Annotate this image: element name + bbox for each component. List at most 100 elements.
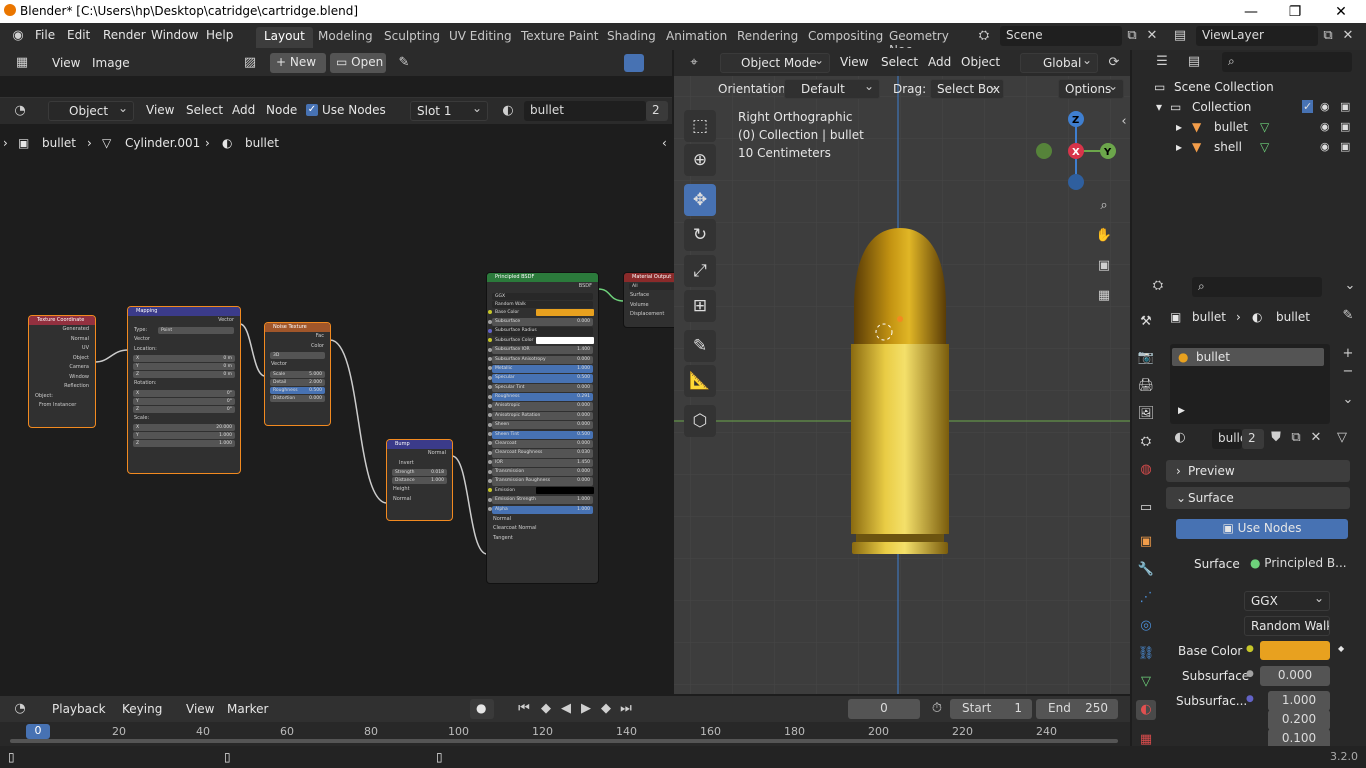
- rotation-x[interactable]: X 0°: [133, 389, 235, 397]
- drag-dropdown[interactable]: Select Box: [930, 79, 1004, 99]
- constraints-tab-icon[interactable]: ⛓: [1136, 644, 1156, 664]
- tab-shading[interactable]: Shading: [599, 27, 664, 48]
- bsdf-input-subsurface-anisotropy[interactable]: Subsurface Anisotropy 0.000: [488, 355, 593, 364]
- radius-y-field[interactable]: 0.200: [1268, 710, 1330, 730]
- viewport-view-menu[interactable]: View: [840, 55, 868, 69]
- tab-rendering[interactable]: Rendering: [729, 27, 806, 48]
- node-texture-coordinate[interactable]: Texture Coordinate Generated Normal UV O…: [29, 316, 95, 427]
- scale-x[interactable]: X 20.000: [133, 424, 235, 431]
- bsdf-input-specular[interactable]: Specular 0.500: [488, 374, 593, 383]
- surface-shader-field[interactable]: ● Principled B...: [1244, 554, 1350, 574]
- subsurface-field[interactable]: 0.000: [1260, 666, 1330, 686]
- cursor-tool-icon[interactable]: ⊕: [684, 144, 716, 176]
- mode-dropdown[interactable]: Object Mode: [720, 53, 830, 73]
- view-layer-tab-icon[interactable]: 🖼: [1136, 404, 1156, 424]
- from-instancer-checkbox[interactable]: From Instancer: [29, 401, 95, 411]
- collection-label[interactable]: Collection: [1192, 100, 1251, 114]
- data-tab-icon[interactable]: ▽: [1136, 672, 1156, 692]
- scene-collection-label[interactable]: Scene Collection: [1174, 80, 1274, 94]
- noise-detail[interactable]: Detail 2.000: [270, 378, 325, 386]
- image-view-menu[interactable]: View: [52, 56, 80, 70]
- bsdf-subsurface-color-swatch[interactable]: [536, 336, 594, 344]
- overlay-toggle[interactable]: [624, 54, 644, 72]
- tab-layout[interactable]: Layout: [256, 27, 313, 48]
- socket-dot[interactable]: [488, 413, 492, 418]
- navigation-gizmo[interactable]: Z Y X: [1034, 110, 1124, 190]
- bsdf-input-sheen-tint[interactable]: Sheen Tint 0.500: [488, 430, 593, 439]
- socket-dot[interactable]: [488, 403, 492, 408]
- bsdf-input-transmission-roughness[interactable]: Transmission Roughness 0.000: [488, 477, 593, 486]
- auto-keying-toggle[interactable]: ●: [470, 699, 494, 719]
- radius-x-field[interactable]: 1.000: [1268, 691, 1330, 711]
- noise-distortion[interactable]: Distortion 0.000: [270, 394, 325, 402]
- distribution-dropdown[interactable]: GGX: [492, 292, 593, 300]
- base-color-swatch[interactable]: [1260, 641, 1330, 660]
- remove-scene-icon[interactable]: ✕: [1142, 26, 1162, 46]
- node-noise-texture[interactable]: Noise Texture Fac Color 3D Vector Scale 5…: [265, 323, 330, 425]
- timeline-scrollbar[interactable]: [10, 739, 1118, 743]
- socket-dot[interactable]: [488, 385, 492, 390]
- bsdf-input-base-color[interactable]: Base Color: [488, 308, 594, 317]
- bump-distance[interactable]: Distance 1.000: [392, 477, 447, 484]
- timeline-view-menu[interactable]: View: [186, 702, 214, 716]
- unlink-material-icon[interactable]: ✕: [1306, 428, 1326, 448]
- play-reverse-icon[interactable]: ◀: [556, 699, 576, 719]
- tab-compositing[interactable]: Compositing: [800, 27, 891, 48]
- socket-dot[interactable]: [488, 441, 492, 446]
- bsdf-input-emission[interactable]: Emission: [488, 486, 594, 495]
- bsdf-input-specular-tint[interactable]: Specular Tint 0.000: [488, 383, 593, 392]
- bsdf-emission-swatch[interactable]: [536, 486, 594, 494]
- bullet-expand-icon[interactable]: ▸: [1176, 120, 1182, 134]
- bsdf-input-clearcoat[interactable]: Clearcoat 0.000: [488, 439, 593, 449]
- bsdf-input-subsurface-ior[interactable]: Subsurface IOR 1.400: [488, 346, 593, 355]
- play-icon[interactable]: ▶: [576, 699, 596, 719]
- duplicate-material-icon[interactable]: ⧉: [1286, 428, 1306, 448]
- location-z[interactable]: Z0 m: [133, 371, 235, 378]
- scene-icon[interactable]: ⛭: [974, 26, 994, 46]
- socket-dot[interactable]: [488, 497, 492, 502]
- viewport-add-menu[interactable]: Add: [928, 55, 951, 69]
- bsdf-input-anisotropic[interactable]: Anisotropic 0.000: [488, 402, 593, 411]
- bsdf-input-alpha[interactable]: Alpha 1.000: [488, 505, 593, 514]
- menu-file[interactable]: File: [35, 28, 55, 42]
- bsdf-input-anisotropic-rotation[interactable]: Anisotropic Rotation 0.000: [488, 411, 593, 420]
- scene-field[interactable]: Scene: [1000, 26, 1122, 46]
- node-principled-bsdf[interactable]: Principled BSDF BSDF GGX Random Walk Bas…: [487, 273, 598, 583]
- current-frame-field[interactable]: 0: [848, 699, 920, 719]
- move-tool-icon[interactable]: ✥: [684, 184, 716, 216]
- bsdf-input-emission-strength[interactable]: Emission Strength 1.000: [488, 496, 593, 505]
- select-box-tool-icon[interactable]: ⬚: [684, 110, 716, 142]
- collection-visibility-icon[interactable]: ◉: [1320, 100, 1330, 113]
- socket-dot[interactable]: [488, 478, 492, 483]
- scale-y[interactable]: Y 1.000: [133, 432, 235, 439]
- start-frame-field[interactable]: Start 1: [950, 699, 1032, 719]
- collection-expand-icon[interactable]: ▾: [1156, 100, 1162, 114]
- tab-animation[interactable]: Animation: [658, 27, 735, 48]
- pin-icon[interactable]: ✎: [394, 53, 414, 73]
- pivot-icon[interactable]: ⟳: [1104, 53, 1124, 73]
- editor-type-icon[interactable]: ▦: [12, 53, 32, 73]
- tab-geometry-nodes[interactable]: Geometry Noc: [881, 27, 969, 48]
- new-image-button[interactable]: + New: [270, 53, 326, 73]
- scale-tool-icon[interactable]: ⤢: [684, 255, 716, 287]
- output-target-dropdown[interactable]: All: [629, 283, 679, 290]
- blender-menu-icon[interactable]: ◉: [8, 26, 28, 46]
- playhead[interactable]: 0: [26, 724, 50, 739]
- jump-start-icon[interactable]: ⏮: [514, 699, 534, 719]
- tab-uv-editing[interactable]: UV Editing: [441, 27, 520, 48]
- camera-view-icon[interactable]: ▣: [1094, 256, 1114, 276]
- stopwatch-icon[interactable]: ⏱: [927, 699, 947, 719]
- jump-key-back-icon[interactable]: ◆: [536, 699, 556, 719]
- timeline-editor-type-icon[interactable]: ◔: [10, 699, 30, 719]
- measure-tool-icon[interactable]: 📐: [684, 365, 716, 397]
- outliner-editor-type-icon[interactable]: ☰: [1152, 52, 1172, 72]
- collection-render-icon[interactable]: ▣: [1340, 100, 1350, 113]
- sidebar-collapse-icon[interactable]: ‹: [1114, 112, 1130, 132]
- socket-dot[interactable]: [488, 432, 492, 437]
- bsdf-input-metallic[interactable]: Metallic 1.000: [488, 364, 593, 374]
- socket-dot[interactable]: [488, 488, 492, 493]
- socket-dot[interactable]: [488, 319, 492, 324]
- socket-dot[interactable]: [488, 366, 492, 371]
- location-y[interactable]: Y0 m: [133, 363, 235, 370]
- jump-end-icon[interactable]: ⏭: [616, 699, 636, 719]
